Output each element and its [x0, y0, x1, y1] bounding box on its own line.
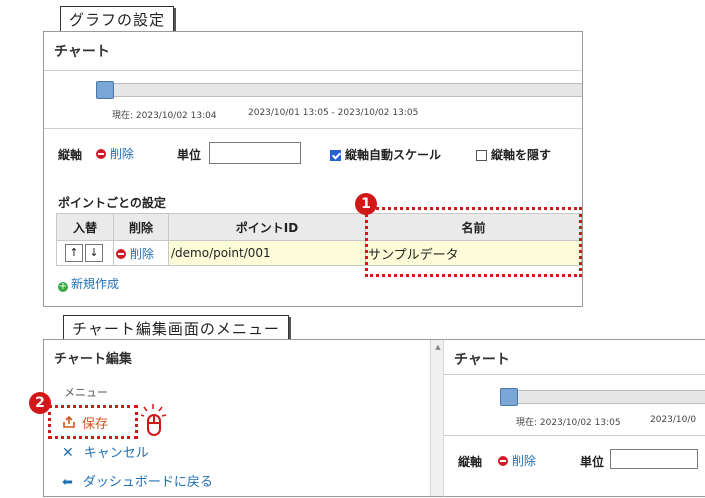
sidebar-menu-heading: メニュー: [64, 386, 108, 399]
preview-slider-track[interactable]: [504, 390, 705, 404]
sidebar-scrollbar[interactable]: ▲: [430, 340, 444, 496]
new-point-link[interactable]: + 新規作成: [58, 275, 119, 292]
preview-unit-label: 単位: [580, 455, 605, 469]
time-slider-track[interactable]: [98, 83, 582, 97]
delete-icon: [96, 149, 106, 159]
axis-delete-link[interactable]: 削除: [96, 145, 134, 162]
highlight-save: [48, 405, 138, 439]
col-point-id: ポイントID: [168, 213, 366, 241]
callout-graph-settings: グラフの設定: [60, 6, 175, 33]
plus-icon: +: [58, 281, 68, 292]
delete-icon: [498, 456, 508, 466]
unit-label: 単位: [177, 148, 202, 162]
col-delete: 削除: [113, 213, 169, 241]
cancel-menu-item[interactable]: ✕ キャンセル: [62, 442, 149, 461]
step-marker-2: 2: [29, 392, 51, 414]
back-to-dashboard-menu-item[interactable]: ⬅ ダッシュボードに戻る: [62, 471, 213, 490]
unit-input[interactable]: [209, 142, 301, 164]
preview-axis-label: 縦軸: [458, 455, 483, 469]
move-up-button[interactable]: ↑: [65, 244, 83, 262]
mouse-click-icon: [140, 403, 169, 443]
hide-axis-checkbox[interactable]: 縦軸を隠す: [476, 146, 551, 163]
preview-range: 2023/10/0: [650, 415, 697, 425]
autoscale-checkbox[interactable]: 縦軸自動スケール: [330, 146, 441, 163]
axis-label: 縦軸: [58, 148, 83, 162]
row-delete-link[interactable]: 削除: [116, 247, 154, 261]
close-icon: ✕: [62, 445, 74, 461]
chart-preview-panel: チャート 現在: 2023/10/02 13:05 2023/10/0 縦軸 削…: [443, 339, 705, 497]
preview-slider-handle[interactable]: [500, 388, 518, 406]
move-down-button[interactable]: ↓: [85, 244, 103, 262]
step-marker-1: 1: [355, 193, 377, 215]
preview-unit-input[interactable]: [610, 449, 698, 469]
preview-current-time: 現在: 2023/10/02 13:05: [516, 418, 621, 428]
time-range-label: 2023/10/01 13:05 - 2023/10/02 13:05: [248, 108, 419, 118]
highlight-name-column: [365, 207, 582, 277]
panel-title: チャート: [54, 44, 110, 60]
time-slider-handle[interactable]: [96, 81, 114, 99]
checkbox-unchecked-icon[interactable]: [476, 150, 487, 161]
preview-axis-delete[interactable]: 削除: [498, 452, 536, 469]
back-arrow-icon: ⬅: [62, 475, 73, 490]
col-swap: 入替: [56, 213, 114, 241]
current-time-label: 現在: 2023/10/02 13:04: [112, 111, 217, 121]
preview-title: チャート: [454, 352, 510, 368]
delete-icon: [116, 248, 126, 259]
point-settings-heading: ポイントごとの設定: [58, 196, 166, 210]
checkbox-checked-icon[interactable]: [330, 150, 341, 161]
sidebar-title: チャート編集: [54, 352, 132, 367]
point-id-cell[interactable]: /demo/point/001: [168, 240, 366, 266]
callout-chart-edit-menu: チャート編集画面のメニュー: [63, 315, 289, 342]
